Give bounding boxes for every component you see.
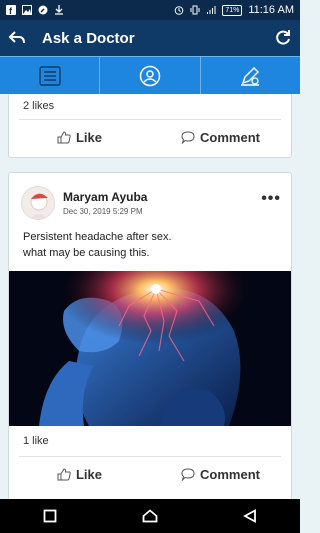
- back-icon[interactable]: [8, 30, 26, 46]
- status-icons-left: f: [6, 5, 64, 15]
- post-text-line: Persistent headache after sex.: [23, 231, 172, 243]
- thumbs-up-icon: [57, 467, 71, 480]
- author-block: Maryam Ayuba Dec 30, 2019 5:29 PM: [63, 190, 261, 216]
- signal-icon: [207, 6, 216, 14]
- list-icon: [38, 65, 61, 86]
- recents-icon[interactable]: [43, 509, 57, 523]
- download-icon: [55, 5, 63, 15]
- like-button[interactable]: Like: [9, 130, 150, 145]
- post-body: Persistent headache after sex. what may …: [9, 223, 291, 271]
- image-icon: [22, 5, 32, 15]
- compass-icon: [38, 5, 48, 15]
- clock: 11:16 AM: [248, 4, 294, 16]
- page-title: Ask a Doctor: [42, 29, 135, 47]
- post-header: Maryam Ayuba Dec 30, 2019 5:29 PM •••: [9, 173, 291, 223]
- like-button[interactable]: Like: [9, 467, 150, 482]
- comment-icon: [181, 130, 195, 144]
- tab-doctors[interactable]: [100, 57, 201, 94]
- alarm-icon: [175, 6, 184, 15]
- post-date: Dec 30, 2019 5:29 PM: [63, 207, 143, 216]
- likes-count: 2 likes: [23, 100, 55, 112]
- comment-icon: [181, 467, 195, 481]
- tab-feed[interactable]: [0, 57, 101, 94]
- app-bar: Ask a Doctor: [0, 20, 300, 56]
- system-nav-bar: [0, 499, 300, 533]
- avatar[interactable]: [21, 186, 55, 220]
- avatar-image: [22, 187, 54, 219]
- post-card: 2 likes Like Comment: [8, 94, 292, 158]
- vibrate-icon: [190, 5, 200, 15]
- battery-indicator: 71%: [222, 4, 243, 16]
- doctor-icon: [139, 65, 161, 86]
- likes-row: 1 like: [9, 426, 291, 456]
- likes-row: 2 likes: [9, 94, 291, 119]
- comment-button[interactable]: Comment: [150, 467, 291, 482]
- post-text-line: what may be causing this.: [23, 247, 150, 259]
- tab-ask[interactable]: [201, 57, 300, 94]
- home-icon[interactable]: [142, 509, 158, 523]
- comment-label: Comment: [200, 466, 260, 482]
- post-card: Maryam Ayuba Dec 30, 2019 5:29 PM ••• Pe…: [8, 172, 292, 499]
- thumbs-up-icon: [57, 130, 71, 143]
- status-icons-right: 71% 11:16 AM: [174, 4, 294, 16]
- edit-icon: [241, 66, 260, 86]
- post-actions: Like Comment: [9, 120, 291, 154]
- feed[interactable]: 2 likes Like Comment Maryam Ayuba Dec 30…: [0, 94, 300, 499]
- post-actions: Like Comment: [9, 457, 291, 491]
- like-label: Like: [75, 466, 102, 482]
- status-bar: f 71% 11:16 AM: [0, 0, 300, 20]
- like-label: Like: [75, 129, 102, 145]
- post-image[interactable]: [9, 271, 291, 426]
- facebook-icon: f: [6, 5, 16, 15]
- comment-label: Comment: [200, 129, 260, 145]
- comment-button[interactable]: Comment: [150, 130, 291, 145]
- likes-count: 1 like: [23, 435, 49, 447]
- tab-bar: [0, 56, 300, 94]
- back-nav-icon[interactable]: [243, 509, 257, 523]
- refresh-icon[interactable]: [274, 29, 292, 47]
- more-options-icon[interactable]: •••: [261, 190, 281, 216]
- author-name[interactable]: Maryam Ayuba: [63, 190, 261, 204]
